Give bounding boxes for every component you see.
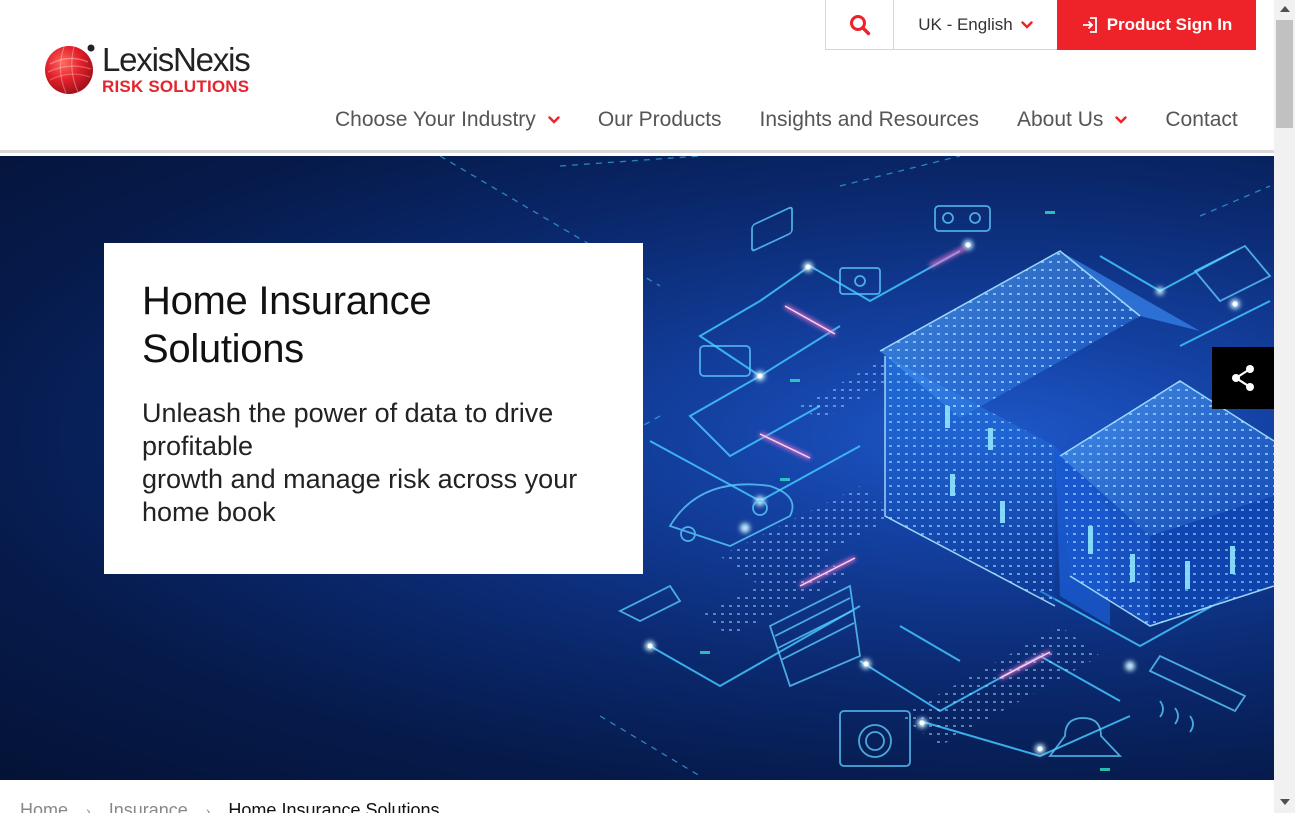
product-sign-in-button[interactable]: Product Sign In xyxy=(1057,0,1256,50)
scroll-up-arrow-icon[interactable] xyxy=(1280,6,1290,12)
main-nav: Choose Your Industry Our Products Insigh… xyxy=(335,104,1238,136)
sign-in-icon xyxy=(1082,17,1097,33)
hero-subtitle-line: profitable xyxy=(142,431,254,461)
chevron-down-icon xyxy=(1115,116,1128,124)
hero-subtitle: Unleash the power of data to drive profi… xyxy=(142,397,605,529)
nav-item-about-us[interactable]: About Us xyxy=(1017,108,1128,132)
scroll-down-arrow-icon[interactable] xyxy=(1280,799,1290,805)
nav-label: Contact xyxy=(1165,108,1238,131)
hero-subtitle-line: home book xyxy=(142,497,276,527)
nav-label: About Us xyxy=(1017,108,1104,131)
utility-bar: UK - English Product Sign In xyxy=(825,0,1256,50)
search-button[interactable] xyxy=(825,0,894,50)
breadcrumb-current: Home Insurance Solutions xyxy=(228,800,440,813)
nav-item-contact[interactable]: Contact xyxy=(1165,108,1237,132)
logo-sub-text: RISK SOLUTIONS xyxy=(102,77,250,96)
hero-title-line: Home Insurance xyxy=(142,279,432,323)
language-selector[interactable]: UK - English xyxy=(894,0,1057,50)
chevron-down-icon xyxy=(1021,20,1033,29)
hero-banner: Home Insurance Solutions Unleash the pow… xyxy=(0,156,1274,780)
nav-label: Our Products xyxy=(597,108,722,131)
hero-subtitle-line: growth and manage risk across your xyxy=(142,464,578,494)
chevron-right-icon: › xyxy=(205,802,211,813)
hero-card: Home Insurance Solutions Unleash the pow… xyxy=(104,243,643,574)
logo-sphere-icon xyxy=(44,42,96,94)
breadcrumb-link-home[interactable]: Home xyxy=(20,800,68,813)
nav-item-choose-your-industry[interactable]: Choose Your Industry xyxy=(335,108,560,132)
nav-label: Choose Your Industry xyxy=(335,108,536,131)
breadcrumb: Home › Insurance › Home Insurance Soluti… xyxy=(20,800,440,813)
hero-subtitle-line: Unleash the power of data to drive xyxy=(142,398,554,428)
language-label: UK - English xyxy=(918,14,1013,34)
chevron-right-icon: › xyxy=(86,802,91,813)
chevron-down-icon xyxy=(548,116,560,124)
search-icon xyxy=(849,14,870,35)
breadcrumb-link-insurance[interactable]: Insurance xyxy=(109,800,188,813)
nav-label: Insights and Resources xyxy=(759,108,979,131)
sign-in-label: Product Sign In xyxy=(1106,15,1233,34)
share-button[interactable] xyxy=(1212,347,1274,409)
vertical-scrollbar[interactable] xyxy=(1274,0,1295,813)
nav-item-our-products[interactable]: Our Products xyxy=(598,108,722,132)
nav-item-insights-and-resources[interactable]: Insights and Resources xyxy=(760,108,979,132)
logo-brand-text: LexisNexis xyxy=(102,41,251,78)
share-icon xyxy=(1232,365,1254,391)
hero-title: Home Insurance Solutions xyxy=(142,277,605,373)
hero-title-line: Solutions xyxy=(142,327,304,371)
site-header: LexisNexis RISK SOLUTIONS UK - English P… xyxy=(0,0,1274,153)
scrollbar-thumb[interactable] xyxy=(1276,20,1293,128)
logo[interactable]: LexisNexis RISK SOLUTIONS xyxy=(44,41,251,97)
